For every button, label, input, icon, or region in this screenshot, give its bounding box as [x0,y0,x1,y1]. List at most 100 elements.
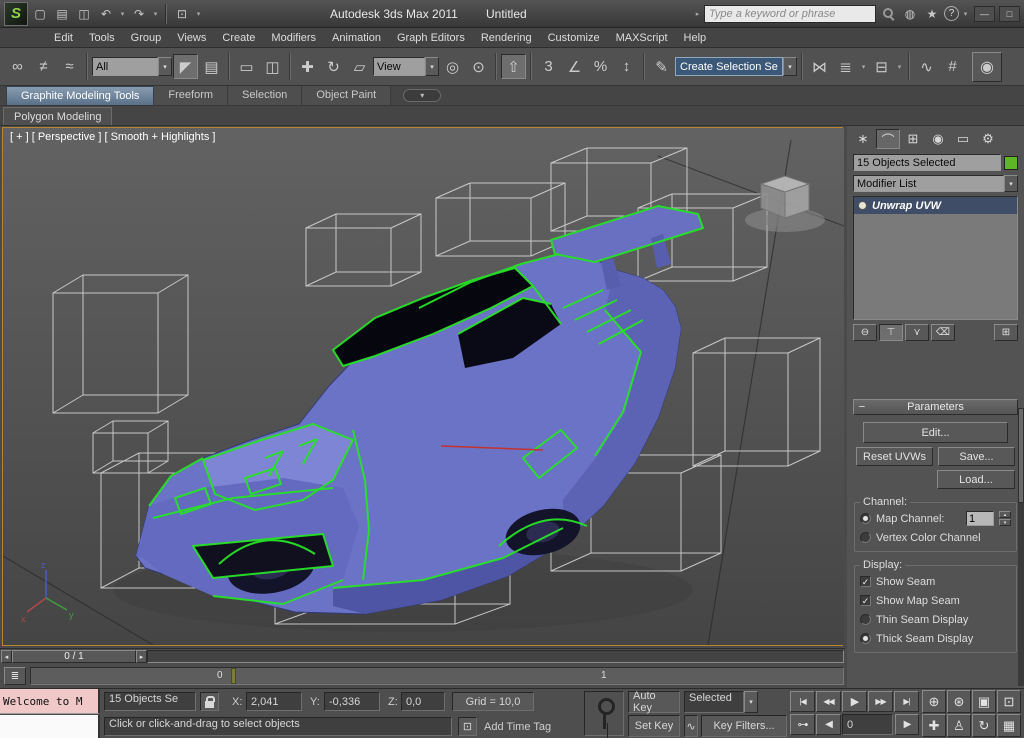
y-coordinate-input[interactable] [324,692,380,711]
reference-coordinate-dropdown[interactable]: View ▾ [373,57,439,76]
next-key-button[interactable]: ▶▶ [868,691,893,712]
redo-icon[interactable]: ↷ [129,4,149,24]
maximize-viewport-toggle-icon[interactable]: ▦ [997,714,1021,737]
rollout-collapse-icon[interactable]: − [854,401,870,413]
use-pivot-center-icon[interactable]: ◎ [440,54,465,79]
menu-views[interactable]: Views [169,28,214,48]
select-by-name-icon[interactable]: ▤ [199,54,224,79]
spinner-down-icon[interactable]: ▾ [999,519,1011,526]
zoom-icon[interactable]: ⊕ [922,690,946,713]
tab-graphite-modeling-tools[interactable]: Graphite Modeling Tools [6,86,154,105]
app-logo-icon[interactable]: S [4,2,28,26]
open-file-icon[interactable]: ▤ [52,4,72,24]
vertex-color-radio[interactable] [860,532,871,543]
ribbon-minimize-button[interactable]: ▾ [403,89,441,102]
modify-tab-icon[interactable]: ⌒ [876,129,900,149]
time-back-arrow[interactable]: ◂ [1,650,12,663]
select-and-link-icon[interactable]: ∞ [5,54,30,79]
select-object-icon[interactable]: ◤ [173,54,198,79]
show-end-result-icon[interactable]: ⊤ [879,324,903,341]
go-to-end-button[interactable]: ▶| [894,691,919,712]
key-mode-toggle-button[interactable]: ⊶ [790,714,815,735]
create-tab-icon[interactable]: ∗ [851,129,875,149]
layers-caret-icon[interactable]: ▾ [895,57,904,77]
load-uvws-button[interactable]: Load... [937,470,1015,489]
menu-modifiers[interactable]: Modifiers [263,28,324,48]
save-file-icon[interactable]: ◫ [74,4,94,24]
walk-through-icon[interactable]: ♙ [947,714,971,737]
parameters-rollout-header[interactable]: − Parameters [853,399,1018,415]
curve-editor-icon[interactable]: ∿ [914,54,939,79]
undo-icon[interactable]: ↶ [96,4,116,24]
search-icon[interactable] [878,4,898,24]
edit-uvws-button[interactable]: Edit... [863,422,1008,443]
next-frame-button[interactable]: ▶ [895,714,919,735]
angle-snap-icon[interactable]: ∠ [562,54,587,79]
utilities-tab-icon[interactable]: ⚙ [976,129,1000,149]
infocenter-arrow-icon[interactable]: ▸ [693,4,702,24]
display-tab-icon[interactable]: ▭ [951,129,975,149]
dropdown-arrow-icon[interactable]: ▾ [425,57,439,76]
set-keys-button[interactable] [584,691,624,736]
minimize-button[interactable]: — [974,6,995,22]
select-and-manipulate-icon[interactable]: ⊙ [466,54,491,79]
time-slider-track[interactable] [147,650,844,663]
menu-tools[interactable]: Tools [81,28,123,48]
named-selection-dropdown[interactable]: Create Selection Se ▾ [675,57,797,76]
menu-graph-editors[interactable]: Graph Editors [389,28,473,48]
remove-modifier-icon[interactable]: ⌫ [931,324,955,341]
undo-caret-icon[interactable]: ▾ [118,4,127,24]
viewport-canvas[interactable]: z x y [3,128,844,645]
new-scene-icon[interactable]: ▢ [30,4,50,24]
material-editor-button[interactable]: ◉ [972,52,1002,82]
auto-key-button[interactable]: Auto Key [628,691,680,713]
panel-polygon-modeling[interactable]: Polygon Modeling [3,107,112,125]
menu-help[interactable]: Help [676,28,715,48]
z-coordinate-input[interactable] [401,692,445,711]
maximize-button[interactable]: □ [999,6,1020,22]
modifier-stack-item[interactable]: Unwrap UVW [854,197,1017,214]
edit-named-selection-icon[interactable]: ✎ [649,54,674,79]
make-unique-icon[interactable]: ⋎ [905,324,929,341]
x-coordinate-input[interactable] [246,692,302,711]
thin-seam-radio[interactable] [860,614,871,625]
map-channel-input[interactable] [966,511,994,526]
schematic-view-icon[interactable]: # [940,54,965,79]
current-frame-marker[interactable] [231,668,236,684]
layer-manager-icon[interactable]: ⊟ [869,54,894,79]
bind-to-space-warp-icon[interactable]: ≈ [57,54,82,79]
zoom-extents-all-icon[interactable]: ▣ [972,690,996,713]
previous-frame-button[interactable]: ◀ [816,714,841,735]
track-bar-ruler[interactable]: 0 1 [30,667,844,685]
configure-modifier-sets-icon[interactable]: ⊞ [994,324,1018,341]
mirror-icon[interactable]: ⋈ [807,54,832,79]
select-and-rotate-icon[interactable]: ↻ [321,54,346,79]
menu-rendering[interactable]: Rendering [473,28,540,48]
maxscript-mini-listener[interactable]: Welcome to M [0,689,100,714]
layout-caret-icon[interactable]: ▾ [194,4,203,24]
search-input[interactable] [704,5,876,23]
redo-caret-icon[interactable]: ▾ [151,4,160,24]
orbit-icon[interactable]: ↻ [972,714,996,737]
dropdown-arrow-icon[interactable]: ▾ [783,57,797,76]
help-icon[interactable]: ? [944,6,959,21]
menu-maxscript[interactable]: MAXScript [608,28,676,48]
hierarchy-tab-icon[interactable]: ⊞ [901,129,925,149]
snap-toggle-3d-icon[interactable]: 3 [536,54,561,79]
add-time-tag-button[interactable]: Add Time Tag [484,721,551,733]
play-button[interactable]: ▶ [842,691,867,712]
time-tag-icon[interactable]: ⊡ [458,717,477,736]
align-icon[interactable]: ≣ [833,54,858,79]
command-panel-scrollbar[interactable] [1018,408,1024,686]
keyboard-override-toggle-icon[interactable]: ⇧ [501,54,526,79]
spinner-up-icon[interactable]: ▴ [999,511,1011,518]
default-tangents-button[interactable]: ∿ [684,715,698,737]
unlink-selection-icon[interactable]: ≠ [31,54,56,79]
show-map-seam-checkbox[interactable]: ✓ [860,595,871,606]
set-key-button[interactable]: Set Key [628,715,680,737]
rectangular-selection-region-icon[interactable]: ▭ [234,54,259,79]
map-channel-spinner[interactable]: ▴▾ [999,511,1011,526]
menu-edit[interactable]: Edit [46,28,81,48]
tab-object-paint[interactable]: Object Paint [302,86,391,105]
selection-name-field[interactable]: 15 Objects Selected [853,154,1001,171]
